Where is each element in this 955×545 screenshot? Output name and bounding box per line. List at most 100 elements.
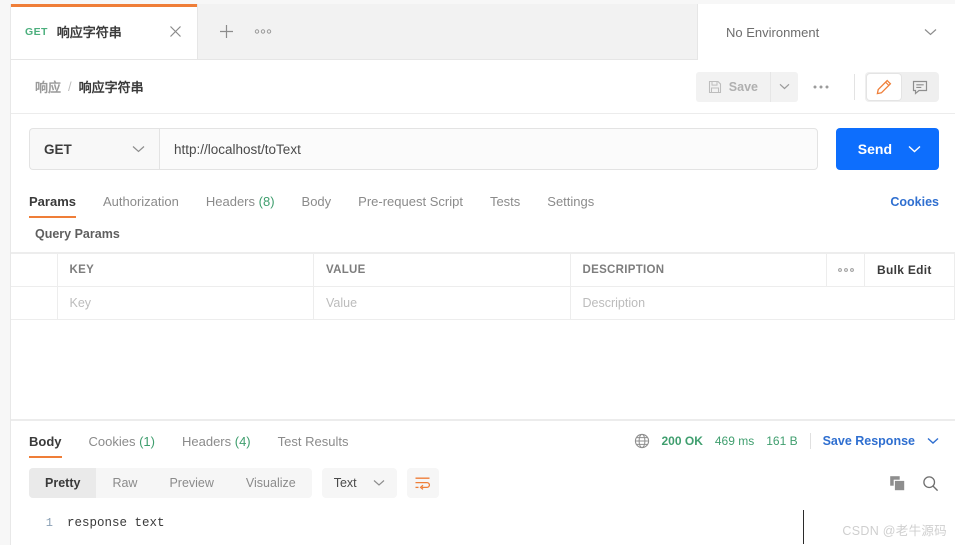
response-view-modes: Pretty Raw Preview Visualize [29,468,312,498]
method-label: GET [44,142,72,157]
view-mode-pretty[interactable]: Pretty [29,468,96,498]
breadcrumb-row: 响应 / 响应字符串 Save [11,60,955,114]
main-panel: GET 响应字符串 No Environment 响应 / 响应字符串 [10,4,955,545]
response-format-selector[interactable]: Text [322,468,397,498]
view-mode-raw[interactable]: Raw [96,468,153,498]
save-options-button[interactable] [770,72,798,102]
save-button[interactable]: Save [696,72,770,102]
bulk-edit-button[interactable]: Bulk Edit [865,254,955,287]
comment-icon [912,79,928,95]
edit-mode-button[interactable] [867,74,901,100]
response-tab-test-results[interactable]: Test Results [278,434,349,458]
pencil-icon [876,79,892,95]
save-button-label: Save [729,80,758,94]
url-input[interactable]: http://localhost/toText [159,128,818,170]
request-more-options-button[interactable] [798,84,844,90]
code-line: 1 response text [11,516,955,530]
chevron-down-icon[interactable] [908,145,939,153]
word-wrap-button[interactable] [407,468,439,498]
cookies-link[interactable]: Cookies [890,195,939,218]
request-tab-active[interactable]: GET 响应字符串 [11,4,198,59]
column-options-button[interactable] [827,254,865,287]
tab-headers[interactable]: Headers (8) [206,194,275,218]
tab-authorization[interactable]: Authorization [103,194,179,218]
response-size: 161 B [766,434,797,448]
watermark: CSDN @老牛源码 [842,520,947,539]
view-mode-visualize[interactable]: Visualize [230,468,312,498]
row-value-placeholder: Value [326,296,357,310]
response-toolbar: Pretty Raw Preview Visualize Text [11,458,955,508]
query-params-table: KEY VALUE DESCRIPTION Bulk Edit [11,253,955,320]
response-toolbar-right [889,475,939,492]
chevron-down-icon [373,479,385,487]
response-status: 200 OK [662,434,703,448]
request-tab-title: 响应字符串 [57,22,165,41]
tab-pre-request-script[interactable]: Pre-request Script [358,194,463,218]
view-mode-preview[interactable]: Preview [153,468,229,498]
tab-settings-label: Settings [547,194,594,209]
copy-icon[interactable] [889,475,906,492]
tab-body[interactable]: Body [302,194,332,218]
globe-icon [634,433,650,449]
row-value-input[interactable]: Value [314,287,571,320]
postman-window: GET 响应字符串 No Environment 响应 / 响应字符串 [0,0,955,545]
bulk-edit-label: Bulk Edit [877,263,932,277]
breadcrumb-separator: / [68,79,72,94]
response-tab-cookies[interactable]: Cookies (1) [89,434,155,458]
breadcrumb-actions: Save [696,72,939,102]
response-format-label: Text [334,476,357,490]
breadcrumb-current: 响应字符串 [79,77,144,96]
request-section-tabs: Params Authorization Headers (8) Body Pr… [11,182,955,218]
column-key: KEY [57,254,314,287]
tab-settings[interactable]: Settings [547,194,594,218]
send-button-label: Send [836,141,908,157]
ellipsis-icon [812,84,830,90]
tab-tests[interactable]: Tests [490,194,520,218]
tab-params[interactable]: Params [29,194,76,218]
response-tab-test-results-label: Test Results [278,434,349,449]
line-content: response text [67,516,165,530]
response-tab-cookies-label: Cookies [89,434,136,449]
column-description: DESCRIPTION [570,254,827,287]
chevron-down-icon[interactable] [927,437,939,445]
response-meta: 200 OK 469 ms 161 B Save Response [634,433,940,458]
response-body-viewer[interactable]: 1 response text [11,508,955,530]
ellipsis-icon[interactable] [253,28,273,35]
row-description-input[interactable]: Description [570,287,955,320]
method-selector[interactable]: GET [29,128,159,170]
response-tab-headers-count: (4) [235,434,251,449]
response-tab-body-label: Body [29,434,62,449]
request-tab-method: GET [25,26,48,38]
column-select-all[interactable] [11,254,57,287]
breadcrumb-parent[interactable]: 响应 [35,77,61,96]
tab-bar-actions [198,4,289,59]
divider [810,433,811,449]
response-tab-headers[interactable]: Headers (4) [182,434,251,458]
tab-tests-label: Tests [490,194,520,209]
search-icon[interactable] [922,475,939,492]
tab-pre-request-script-label: Pre-request Script [358,194,463,209]
text-cursor [803,510,804,544]
send-button-group[interactable]: Send [836,128,939,170]
comment-mode-button[interactable] [903,74,937,100]
save-button-group: Save [696,72,798,102]
tab-body-label: Body [302,194,332,209]
view-toggle-group [865,72,939,102]
close-icon[interactable] [165,22,185,42]
plus-icon[interactable] [218,23,235,40]
tab-headers-label: Headers [206,194,255,209]
save-response-button[interactable]: Save Response [823,434,915,448]
ellipsis-icon [827,267,864,273]
floppy-disk-icon [708,80,722,94]
row-key-input[interactable]: Key [57,287,314,320]
column-value: VALUE [314,254,571,287]
row-key-placeholder: Key [70,296,92,310]
params-empty-space [11,320,955,420]
url-row: GET http://localhost/toText Send [11,114,955,182]
environment-selector[interactable]: No Environment [697,4,955,60]
table-row: Key Value Description [11,287,955,320]
chevron-down-icon [924,28,937,36]
tab-params-label: Params [29,194,76,209]
response-tab-body[interactable]: Body [29,434,62,458]
row-checkbox[interactable] [11,287,57,320]
